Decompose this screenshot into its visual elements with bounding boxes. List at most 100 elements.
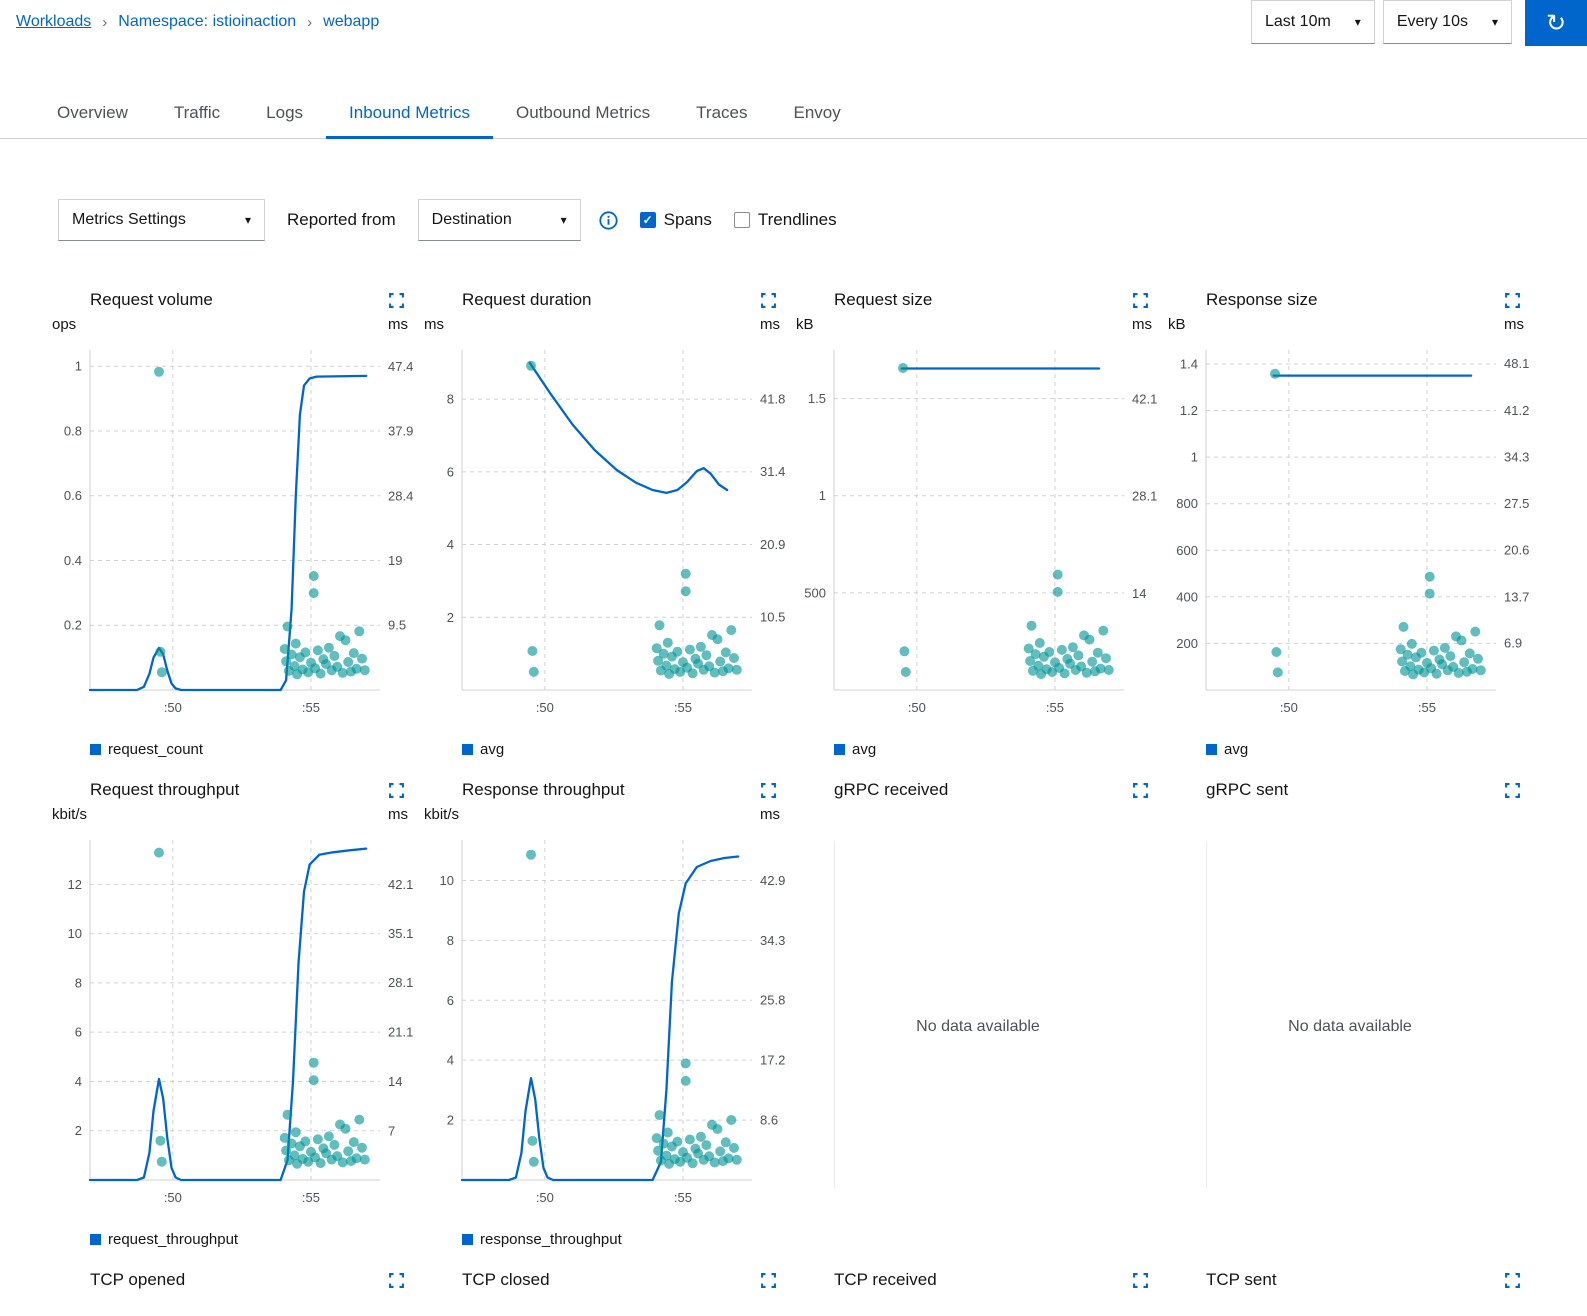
expand-icon[interactable]	[761, 1272, 776, 1288]
svg-text:8.6: 8.6	[760, 1112, 778, 1127]
expand-icon[interactable]	[761, 292, 776, 308]
svg-text::50: :50	[164, 700, 182, 715]
expand-icon[interactable]	[389, 782, 404, 798]
svg-text:2: 2	[447, 1113, 454, 1128]
svg-text:0.4: 0.4	[64, 553, 82, 568]
duration-select[interactable]: Last 10m ▾	[1250, 0, 1375, 44]
svg-text:600: 600	[1176, 543, 1198, 558]
svg-text:8: 8	[75, 975, 82, 990]
right-axis-unit: ms	[760, 806, 780, 823]
tab-logs[interactable]: Logs	[243, 90, 326, 138]
svg-text:19: 19	[388, 553, 402, 568]
tab-inbound-metrics[interactable]: Inbound Metrics	[326, 90, 493, 139]
chart-tcp-opened: TCP opened	[48, 1267, 420, 1293]
breadcrumb: Workloads › Namespace: istioinaction › w…	[0, 0, 379, 31]
refresh-interval-value: Every 10s	[1396, 13, 1468, 30]
left-axis-unit: kB	[1168, 316, 1186, 333]
svg-text:1: 1	[75, 359, 82, 374]
metrics-settings-label: Metrics Settings	[72, 211, 186, 228]
svg-text:42.1: 42.1	[1132, 392, 1157, 407]
expand-icon[interactable]	[1133, 1272, 1148, 1288]
breadcrumb-link-workload[interactable]: webapp	[323, 13, 379, 31]
chart-grpc-sent: gRPC sent No data available	[1164, 777, 1536, 1251]
right-axis-unit: ms	[1132, 316, 1152, 333]
chart-legend: avg	[1206, 737, 1536, 761]
chevron-down-icon: ▾	[1491, 15, 1498, 29]
chart-head: Request duration	[420, 287, 792, 313]
svg-text:12: 12	[68, 877, 82, 892]
spans-checkbox[interactable]: ✓	[639, 212, 656, 228]
chart-plot: 8 6 4 2 41.8 31.4 20.9 10.5:50:55	[447, 350, 785, 715]
legend-label: response_throughput	[480, 1230, 622, 1248]
info-icon[interactable]	[599, 210, 618, 230]
svg-text:1.5: 1.5	[808, 391, 826, 406]
chart-response-size: Response size kB ms 1.4 1.2 1 800 600 400 200 48.1…	[1164, 287, 1536, 761]
chart-plot: 12 10 8 6 4 2 42.1 35.1 28.1 21.1 14 7:50:55	[68, 840, 413, 1205]
chart-head: Request throughput	[48, 777, 420, 803]
tab-overview[interactable]: Overview	[34, 90, 151, 138]
chevron-down-icon: ▾	[560, 213, 567, 227]
svg-text:2: 2	[75, 1123, 82, 1138]
chart-head: Request size	[792, 287, 1164, 313]
chevron-down-icon: ▾	[244, 213, 251, 227]
tab-traffic[interactable]: Traffic	[151, 90, 243, 138]
refresh-button[interactable]: ↻	[1525, 0, 1587, 46]
expand-icon[interactable]	[1133, 782, 1148, 798]
expand-icon[interactable]	[389, 292, 404, 308]
svg-text:800: 800	[1176, 496, 1198, 511]
chart-response-throughput: Response throughput kbit/s ms 10 8 6 4 2 42.9 34.…	[420, 777, 792, 1251]
chart-request-throughput: Request throughput kbit/s ms 12 10 8 6 4 2 42.1 35…	[48, 777, 420, 1251]
legend-label: request_throughput	[108, 1230, 239, 1248]
svg-text::55: :55	[1046, 700, 1064, 715]
breadcrumb-separator-icon: ›	[307, 14, 313, 31]
legend-label: avg	[1224, 740, 1249, 758]
refresh-icon: ↻	[1545, 9, 1567, 37]
breadcrumb-link-namespace[interactable]: Namespace: istioinaction	[118, 13, 296, 31]
expand-icon[interactable]	[761, 782, 776, 798]
svg-text:4: 4	[447, 537, 454, 552]
svg-text::50: :50	[536, 700, 554, 715]
svg-text:47.4: 47.4	[388, 359, 413, 374]
refresh-interval-select[interactable]: Every 10s ▾	[1382, 0, 1512, 44]
expand-icon[interactable]	[1505, 782, 1520, 798]
svg-text:41.8: 41.8	[760, 392, 785, 407]
chart-head: TCP sent	[1164, 1267, 1536, 1293]
tab-outbound-metrics[interactable]: Outbound Metrics	[493, 90, 673, 138]
svg-text:48.1: 48.1	[1504, 356, 1529, 371]
svg-text::50: :50	[908, 700, 926, 715]
svg-text:17.2: 17.2	[760, 1052, 785, 1067]
chart-plot: 1.5 1 500 42.1 28.1 14:50:55	[804, 350, 1157, 715]
svg-text:8: 8	[447, 392, 454, 407]
axis-units: kbit/s ms	[48, 803, 420, 828]
trendlines-toggle[interactable]: ✓ Trendlines	[733, 210, 837, 230]
metrics-settings-select[interactable]: Metrics Settings ▾	[58, 199, 265, 241]
svg-text:10: 10	[68, 926, 82, 941]
svg-text:1.2: 1.2	[1180, 403, 1198, 418]
expand-icon[interactable]	[389, 1272, 404, 1288]
svg-text:28.4: 28.4	[388, 489, 413, 504]
reporter-select[interactable]: Destination ▾	[417, 199, 581, 241]
spans-toggle[interactable]: ✓ Spans	[639, 210, 712, 230]
chart-legend: response_throughput	[462, 1227, 792, 1251]
tab-envoy[interactable]: Envoy	[771, 90, 864, 138]
chart-title: TCP opened	[90, 1270, 186, 1289]
right-axis-unit: ms	[760, 316, 780, 333]
svg-text:14: 14	[388, 1074, 402, 1089]
chart-title: gRPC sent	[1206, 780, 1289, 799]
chart-title: TCP closed	[462, 1270, 550, 1289]
svg-text:7: 7	[388, 1123, 395, 1138]
masthead: Workloads › Namespace: istioinaction › w…	[0, 0, 1587, 46]
chart-tcp-received: TCP received	[792, 1267, 1164, 1293]
expand-icon[interactable]	[1505, 292, 1520, 308]
expand-icon[interactable]	[1505, 1272, 1520, 1288]
expand-icon[interactable]	[1133, 292, 1148, 308]
svg-text::55: :55	[302, 1190, 320, 1205]
breadcrumb-link-workloads[interactable]: Workloads	[16, 13, 91, 31]
chart-legend: avg	[462, 737, 792, 761]
svg-text:14: 14	[1132, 586, 1146, 601]
svg-text:10: 10	[440, 873, 454, 888]
tab-traces[interactable]: Traces	[673, 90, 770, 138]
chart-title: Request throughput	[90, 780, 240, 799]
trendlines-checkbox[interactable]: ✓	[733, 212, 750, 228]
legend-swatch	[462, 743, 473, 755]
